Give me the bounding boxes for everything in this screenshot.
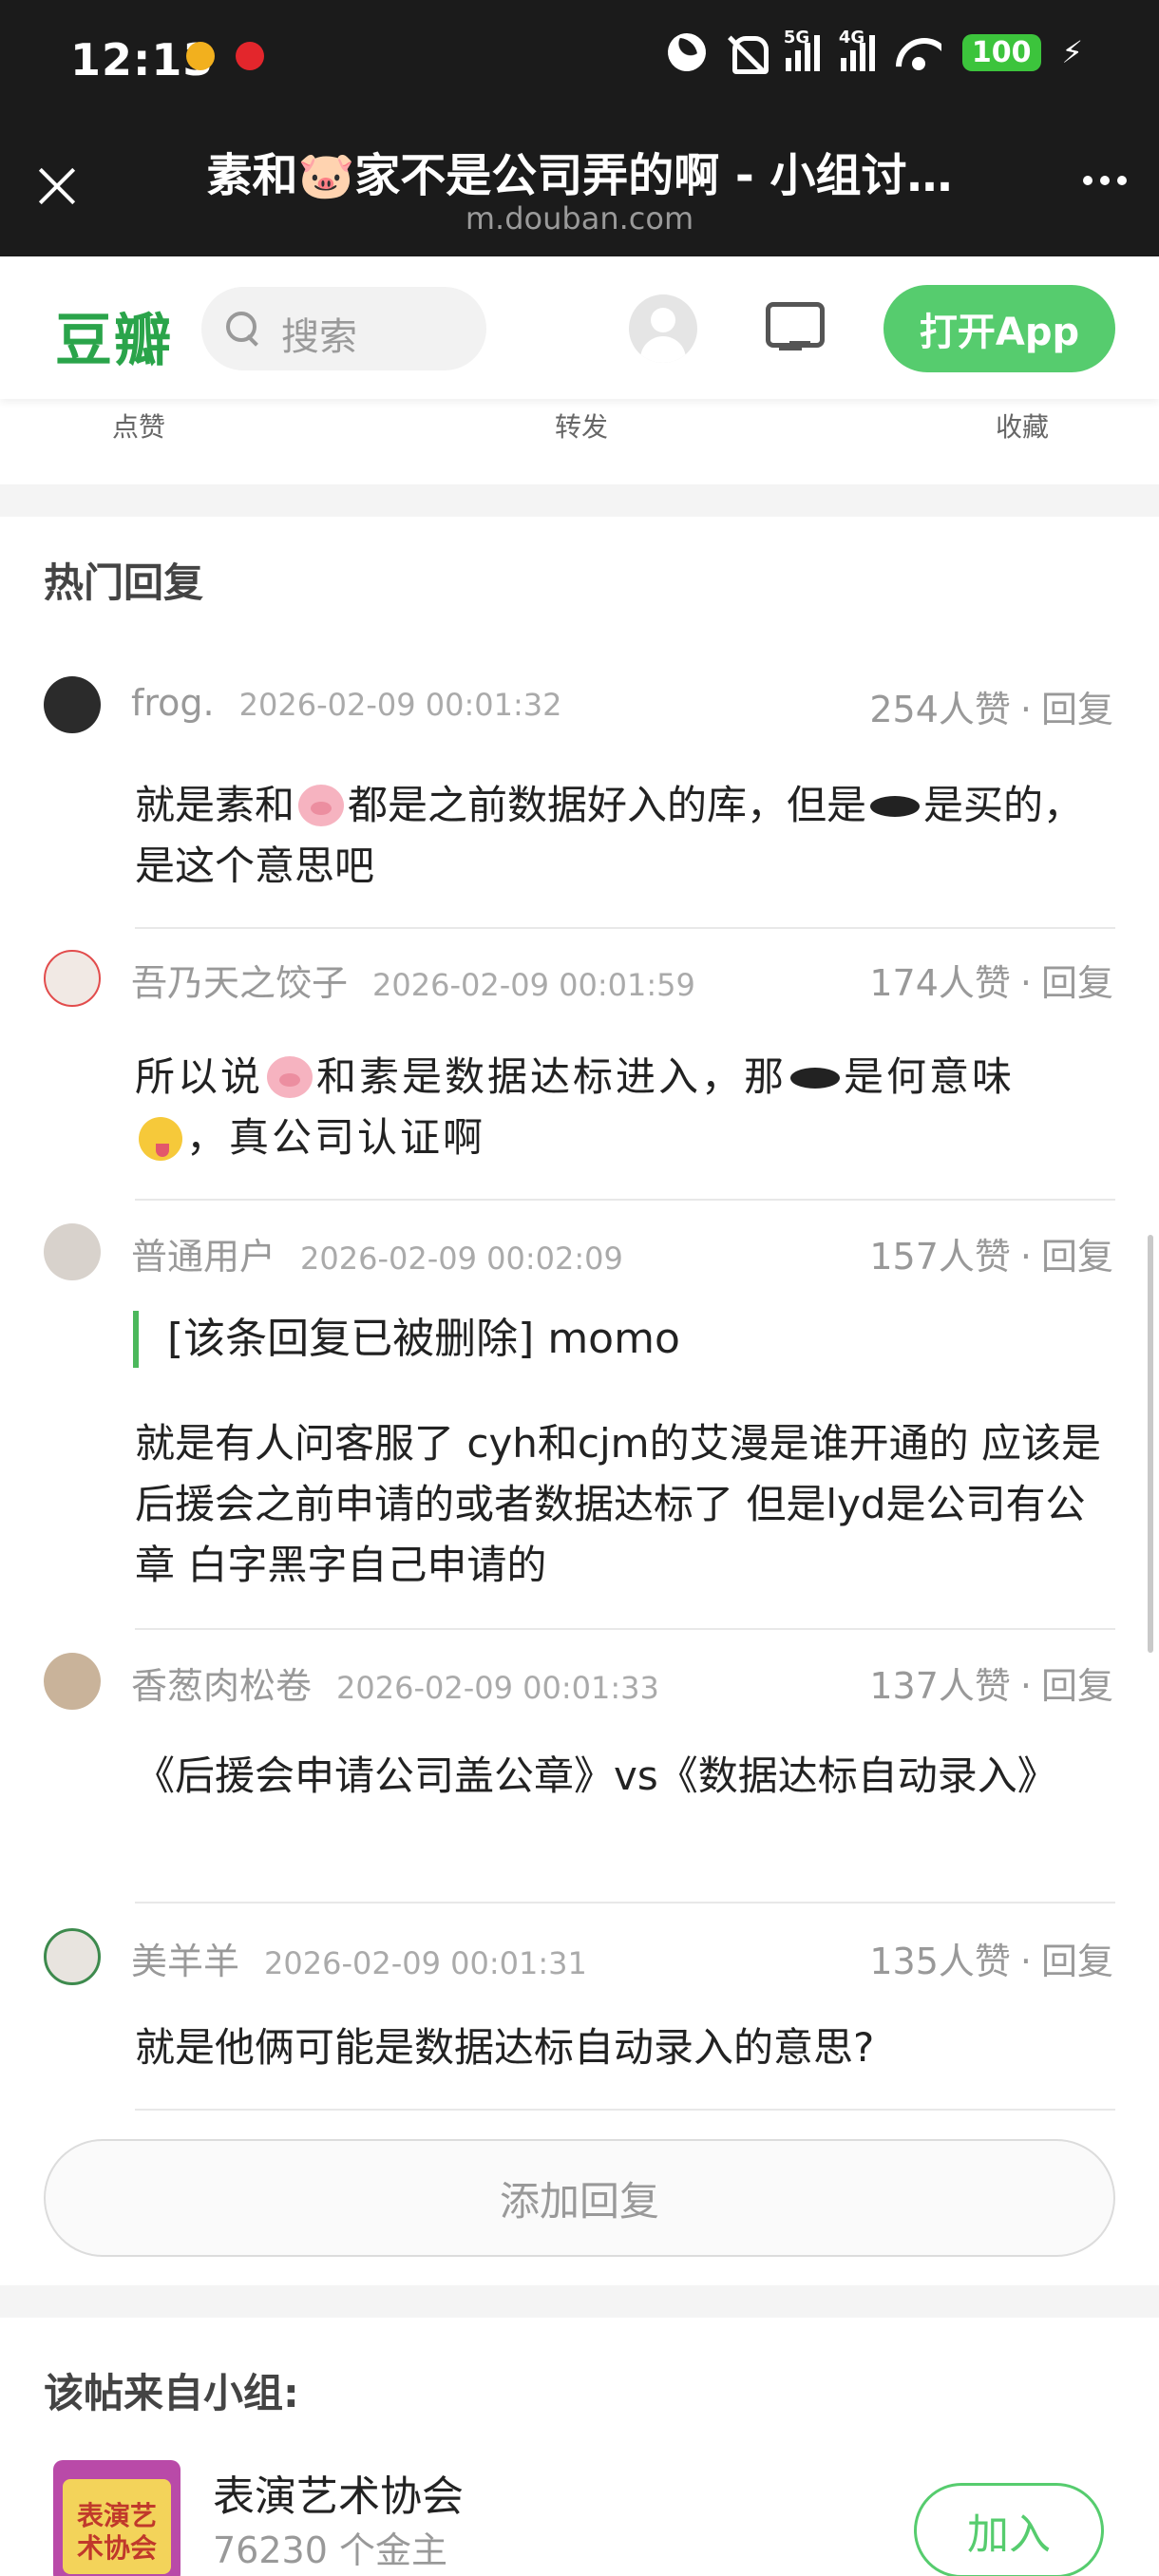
like-count[interactable]: 157人赞 [869,1236,1011,1278]
network-label: 4G [838,28,865,47]
reply-meta: 普通用户 2026-02-09 00:02:09 [131,1227,623,1279]
reply-time: 2026-02-09 00:01:33 [336,1670,659,1706]
reply-text-part: 和素是数据达标进入，那 [316,1053,788,1100]
reply-meta: frog. 2026-02-09 00:01:32 [131,682,561,724]
reply-actions: 254人赞 · 回复 [869,689,1113,730]
signal-5g-icon: 5G [784,28,820,71]
share-button[interactable]: 转发 [555,407,608,445]
douban-logo[interactable]: 豆瓣 [55,294,173,377]
open-app-button[interactable]: 打开App [884,285,1115,372]
desktop-version-icon[interactable] [766,302,825,359]
reply-actions: 135人赞 · 回复 [869,1941,1113,1982]
status-bar: 12:13 5G 4G 100 ⚡ [0,0,1159,119]
hot-replies-title: 热门回复 [44,559,204,606]
battery-icon: 100 [961,33,1041,71]
reply-button[interactable]: 回复 [1041,1236,1113,1278]
status-app-icons [186,42,264,70]
avatar[interactable] [44,1928,101,1985]
douban-header: 豆瓣 搜索 打开App [0,256,1159,399]
page-title: 素和🐷家不是公司弄的啊 - 小组讨… [206,149,953,202]
reply-text: 就是有人问客服了 cyh和cjm的艾漫是谁开通的 应该是后援会之前申请的或者数据… [135,1420,1101,1588]
reply-text-part: 都是之前数据好入的库，但是 [348,782,867,828]
reply-divider [135,1902,1115,1904]
search-icon [226,312,260,346]
like-count[interactable]: 254人赞 [869,689,1011,730]
reply-divider [135,2109,1115,2111]
section-divider [0,2285,1159,2318]
reply-text-part: 就是素和 [135,782,295,828]
reply-time: 2026-02-09 00:01:31 [264,1945,587,1981]
avatar[interactable] [44,676,101,733]
reply-time: 2026-02-09 00:01:59 [372,967,695,1003]
like-count[interactable]: 135人赞 [869,1941,1011,1982]
reply-time: 2026-02-09 00:01:32 [238,687,562,723]
scrollbar[interactable] [1148,1235,1153,1653]
close-icon[interactable] [28,157,86,214]
like-button[interactable]: 点赞 [112,407,165,445]
signal-4g-icon: 4G [839,28,875,71]
reply-button[interactable]: 回复 [1041,962,1113,1004]
section-divider [0,484,1159,517]
quoted-reply: [该条回复已被删除] momo [133,1311,1112,1368]
reply-meta: 香葱肉松卷 2026-02-09 00:01:33 [131,1657,659,1709]
group-members-count: 76230 个金主 [213,2529,447,2571]
reply-time: 2026-02-09 00:02:09 [300,1241,623,1277]
add-reply-button[interactable]: 添加回复 [44,2139,1115,2257]
pig-emoji-icon [267,1056,314,1098]
page-url: m.douban.com [465,200,694,237]
notification-app-icon [236,42,264,70]
reply-text: 就是他俩可能是数据达标自动录入的意思? [135,2024,875,2071]
reply-meta: 美羊羊 2026-02-09 00:01:31 [131,1932,587,1984]
reply-button[interactable]: 回复 [1041,1941,1113,1982]
group-cover-text: 表演艺术协会 [76,2500,157,2564]
reply-divider [135,927,1115,929]
group-section-title: 该帖来自小组: [44,2370,299,2416]
more-options-icon[interactable] [1083,176,1127,185]
status-icons: 5G 4G 100 ⚡ [660,26,1083,79]
reply-actions: 137人赞 · 回复 [869,1665,1113,1707]
charging-icon: ⚡ [1061,34,1083,70]
wifi-icon [896,34,941,70]
reply-text-part: 所以说 [135,1053,264,1100]
reply-author[interactable]: 普通用户 [131,1236,276,1278]
bell-off-icon [727,32,769,74]
network-label: 5G [783,28,810,47]
hole-emoji-icon [870,796,921,817]
reply-button[interactable]: 回复 [1041,1665,1113,1707]
reply-divider [135,1628,1115,1630]
group-cover-image[interactable]: 表演艺术协会 [53,2460,180,2576]
group-name[interactable]: 表演艺术协会 [213,2462,464,2523]
avatar[interactable] [44,1653,101,1710]
reply-button[interactable]: 回复 [1041,689,1113,730]
reply-actions: 157人赞 · 回复 [869,1236,1113,1278]
reply-author[interactable]: 香葱肉松卷 [131,1665,312,1707]
join-group-button[interactable]: 加入 [914,2483,1104,2576]
avatar[interactable] [44,1223,101,1280]
reply-author[interactable]: 美羊羊 [131,1941,239,1982]
reply-text: 就是素和 都是之前数据好入的库，但是 是买的，是这个意思吧 [135,775,1115,897]
collect-button[interactable]: 收藏 [996,407,1049,445]
search-input[interactable]: 搜索 [201,287,486,370]
moon-icon [660,26,713,79]
reply-text-part: 是何意味 [844,1053,1016,1100]
hole-emoji-icon [790,1068,841,1089]
browser-title-bar: 素和🐷家不是公司弄的啊 - 小组讨… m.douban.com [0,119,1159,256]
like-count[interactable]: 174人赞 [869,962,1011,1004]
reply-author[interactable]: 吾乃天之饺子 [131,962,348,1004]
like-count[interactable]: 137人赞 [869,1665,1011,1707]
reply-author[interactable]: frog. [131,682,215,724]
reply-text: 所以说 和素是数据达标进入，那 是何意味 ，真公司认证啊 [135,1047,1115,1168]
user-avatar-icon[interactable] [629,294,697,363]
reply-divider [135,1199,1115,1201]
search-placeholder: 搜索 [281,315,357,359]
reply-text: 《后援会申请公司盖公章》vs《数据达标自动录入》 [135,1752,1057,1799]
reply-actions: 174人赞 · 回复 [869,962,1113,1004]
reply-meta: 吾乃天之饺子 2026-02-09 00:01:59 [131,954,695,1006]
post-actions: 点赞 转发 收藏 [0,399,1159,484]
pig-emoji-icon [298,785,345,826]
reply-text-part: ，真公司认证啊 [186,1114,486,1161]
tongue-emoji-icon [139,1117,182,1161]
notification-app-icon [186,42,215,70]
avatar[interactable] [44,950,101,1007]
